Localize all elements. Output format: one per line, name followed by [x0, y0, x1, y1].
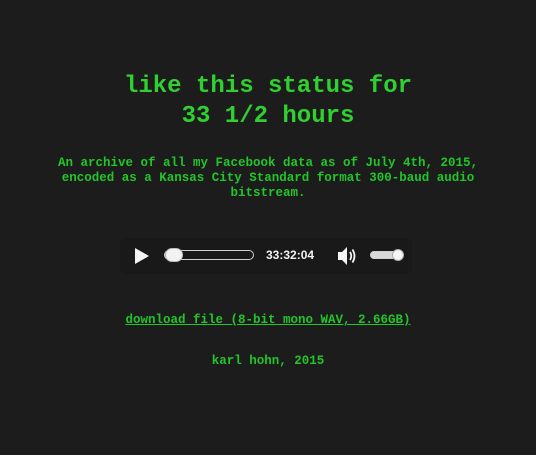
play-icon [135, 248, 149, 264]
progress-thumb[interactable] [165, 248, 183, 262]
volume-slider[interactable] [370, 249, 404, 261]
description-line-1: An archive of all my Facebook data as of… [57, 156, 479, 170]
description-line-2: encoded as a Kansas City Standard format… [61, 171, 475, 185]
speaker-volume-icon [338, 247, 356, 265]
title-line-1: like this status for [123, 73, 413, 100]
progress-slider[interactable] [164, 248, 254, 262]
download-section: download file (8-bit mono WAV, 2.66GB) [0, 312, 536, 328]
credit-text: karl hohn, 2015 [211, 354, 325, 368]
audio-player: 33:32:04 [120, 238, 412, 274]
download-link[interactable]: download file (8-bit mono WAV, 2.66GB) [125, 313, 410, 327]
description: An archive of all my Facebook data as of… [20, 156, 516, 201]
page-title: like this status for 33 1/2 hours [0, 72, 536, 132]
volume-button[interactable] [336, 245, 360, 267]
volume-thumb[interactable] [392, 249, 404, 261]
title-line-2: 33 1/2 hours [181, 103, 355, 130]
play-button[interactable] [132, 246, 152, 266]
description-line-3: bitstream. [230, 186, 306, 200]
time-display: 33:32:04 [266, 248, 315, 262]
